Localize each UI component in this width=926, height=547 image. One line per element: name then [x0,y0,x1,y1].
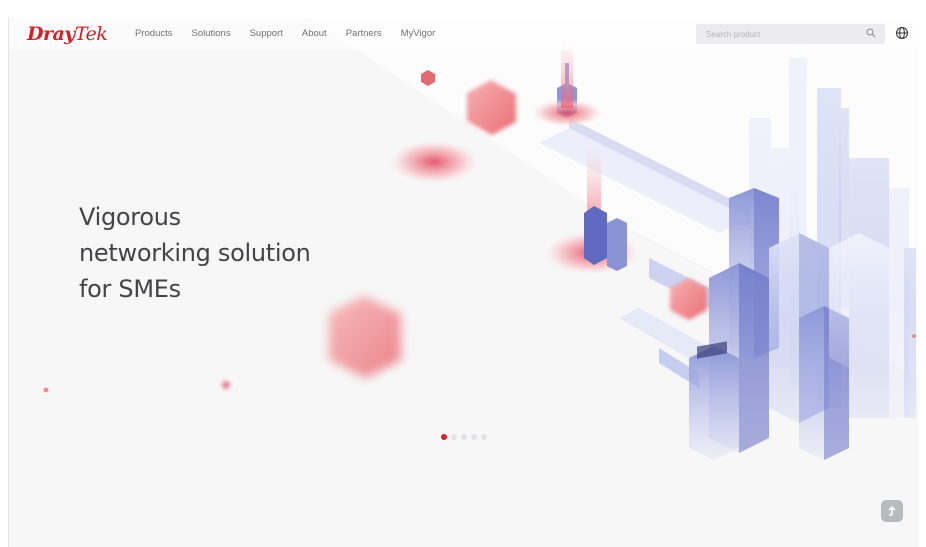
hero-line-2: networking solution [79,239,311,267]
hero-headline: Vigorous networking solution for SMEs [79,199,311,307]
carousel-dot-5[interactable] [481,434,487,440]
top-navbar: DrayTek Products Solutions Support About… [9,18,919,50]
nav-myvigor[interactable]: MyVigor [401,27,436,41]
back-to-top-button[interactable] [881,500,903,522]
arrow-up-icon [888,505,896,516]
page-frame: DrayTek Products Solutions Support About… [8,18,919,547]
draytek-logo[interactable]: DrayTek [27,23,108,45]
hero-line-3: for SMEs [79,275,181,303]
carousel-dot-3[interactable] [461,434,467,440]
nav-partners[interactable]: Partners [346,27,382,41]
nav-products[interactable]: Products [135,27,173,41]
search-input[interactable] [706,27,846,41]
carousel-dot-2[interactable] [451,434,457,440]
main-nav: Products Solutions Support About Partner… [135,27,454,41]
search-box [696,24,885,44]
hero-line-1: Vigorous [79,203,181,231]
search-icon[interactable] [866,28,876,38]
carousel-dots [441,434,487,440]
carousel-dot-4[interactable] [471,434,477,440]
nav-about[interactable]: About [302,27,327,41]
nav-solutions[interactable]: Solutions [192,27,231,41]
globe-icon[interactable] [895,26,909,40]
carousel-dot-1[interactable] [441,434,447,440]
nav-support[interactable]: Support [250,27,283,41]
